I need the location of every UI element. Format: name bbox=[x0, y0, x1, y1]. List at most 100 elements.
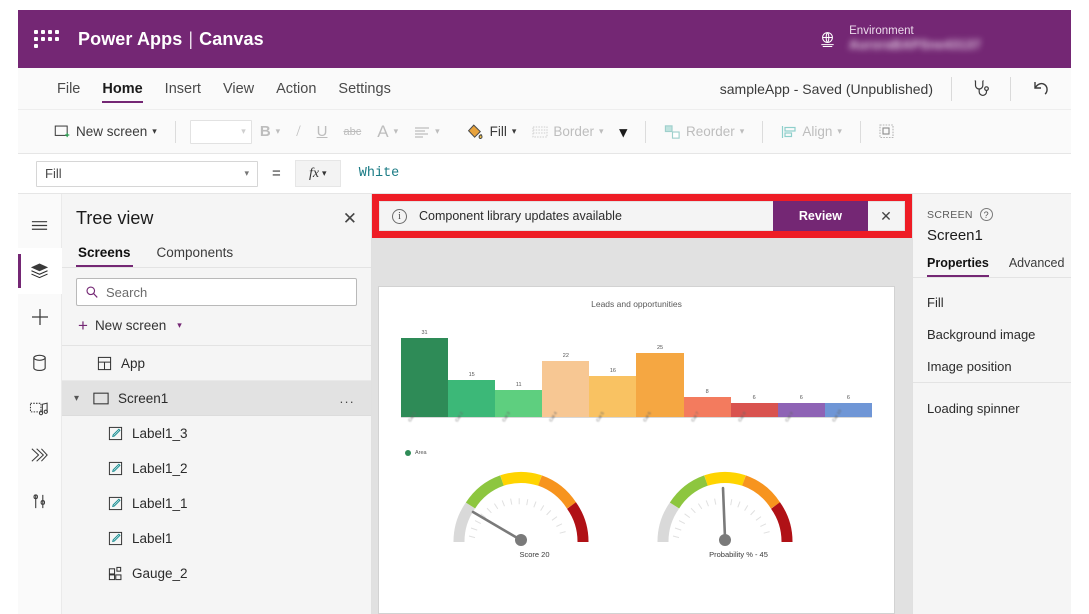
review-button[interactable]: Review bbox=[772, 201, 868, 231]
tree-item-label: App bbox=[121, 355, 146, 371]
tree-item-app[interactable]: App bbox=[62, 346, 371, 381]
legend-label: Area bbox=[415, 450, 427, 456]
fx-button[interactable]: fx ▾ bbox=[294, 160, 341, 187]
chevron-down-icon: ▾ bbox=[241, 126, 246, 136]
gauge-probability[interactable]: Probability % - 45 bbox=[649, 462, 829, 559]
gauge-score[interactable]: Score 20 bbox=[445, 462, 625, 559]
app-launcher-icon[interactable] bbox=[34, 30, 60, 48]
property-select[interactable]: Fill ▾ bbox=[36, 160, 258, 187]
text-align-button[interactable]: ▾ bbox=[406, 117, 448, 147]
tree-item-label1[interactable]: Label1 bbox=[62, 521, 371, 556]
group-button[interactable] bbox=[871, 117, 903, 147]
brand-separator: | bbox=[188, 28, 194, 49]
tab-screens[interactable]: Screens bbox=[76, 242, 133, 267]
tree-item-label1-1[interactable]: Label1_1 bbox=[62, 486, 371, 521]
font-family-select[interactable]: ▾ bbox=[189, 119, 252, 144]
strikethrough-button[interactable]: abc bbox=[335, 117, 369, 147]
tree-item-label: Gauge_2 bbox=[132, 566, 188, 581]
align-left-icon bbox=[781, 125, 797, 139]
label-icon bbox=[108, 496, 123, 511]
tree-item-gauge-2[interactable]: Gauge_2 bbox=[62, 556, 371, 591]
menu-item-view[interactable]: View bbox=[212, 68, 265, 110]
chevron-down-icon: ▾ bbox=[244, 168, 249, 178]
bar-value: 22 bbox=[562, 353, 569, 360]
power-apps-studio: Power Apps | Canvas Environment AuroraBAPS… bbox=[0, 0, 1089, 614]
media-icon[interactable] bbox=[18, 386, 62, 432]
new-screen-button[interactable]: New screen ▾ bbox=[46, 117, 165, 147]
property-row-image-position[interactable]: Image position bbox=[913, 350, 1071, 382]
insert-plus-icon[interactable] bbox=[18, 294, 62, 340]
menu-item-insert[interactable]: Insert bbox=[154, 68, 212, 110]
italic-button[interactable]: / bbox=[288, 117, 308, 147]
gauge-component-icon bbox=[108, 566, 123, 581]
chart-title: Leads and opportunities bbox=[591, 299, 682, 309]
label-icon bbox=[108, 531, 123, 546]
gauge-probability-dial bbox=[656, 472, 793, 546]
left-icon-rail bbox=[17, 194, 62, 614]
tree-item-screen1[interactable]: ▾ Screen1 ... bbox=[62, 381, 371, 416]
data-sources-icon[interactable] bbox=[18, 340, 62, 386]
menu-item-settings[interactable]: Settings bbox=[327, 68, 401, 110]
formula-input[interactable]: White bbox=[359, 166, 400, 181]
tree-view-layers-icon[interactable] bbox=[17, 248, 62, 294]
divider bbox=[174, 120, 176, 143]
properties-rows: Fill Background image Image position bbox=[913, 278, 1071, 383]
chevron-down-icon: ▾ bbox=[619, 123, 628, 141]
property-row-fill[interactable]: Fill bbox=[913, 286, 1071, 318]
environment-name: AuroraBAPSne43137 bbox=[849, 38, 981, 53]
reorder-button[interactable]: Reorder ▾ bbox=[656, 117, 752, 147]
bar-value: 11 bbox=[515, 382, 522, 388]
tree-view-panel: Tree view ✕ Screens Components Search + … bbox=[62, 194, 372, 614]
notification-close-icon[interactable]: ✕ bbox=[868, 208, 904, 225]
tab-components[interactable]: Components bbox=[155, 242, 236, 267]
fill-button[interactable]: Fill ▾ bbox=[458, 117, 525, 147]
font-color-button[interactable]: A ▾ bbox=[369, 117, 406, 147]
menu-item-file[interactable]: File bbox=[46, 68, 91, 110]
tab-properties[interactable]: Properties bbox=[927, 256, 989, 277]
tab-advanced[interactable]: Advanced bbox=[1009, 256, 1065, 277]
menu-item-action[interactable]: Action bbox=[265, 68, 327, 110]
divider bbox=[1010, 76, 1011, 101]
font-color-icon: A bbox=[377, 121, 389, 141]
search-placeholder: Search bbox=[106, 284, 148, 300]
app-checker-stethoscope-icon[interactable] bbox=[970, 78, 992, 100]
tree-item-label1-3[interactable]: Label1_3 bbox=[62, 416, 371, 451]
menu-item-home[interactable]: Home bbox=[91, 68, 153, 110]
canvas-area[interactable]: Leads and opportunities 31 15 11 22 16 2… bbox=[372, 194, 912, 614]
property-row-background-image[interactable]: Background image bbox=[913, 318, 1071, 350]
align-button[interactable]: Align ▾ bbox=[773, 117, 850, 147]
property-row-loading-spinner[interactable]: Loading spinner bbox=[913, 383, 1071, 614]
reorder-label: Reorder bbox=[686, 124, 735, 139]
chevron-down-icon: ▾ bbox=[393, 126, 399, 136]
info-circle-icon: i bbox=[392, 208, 407, 224]
tree-view-tabs: Screens Components bbox=[62, 242, 371, 268]
brand-title[interactable]: Power Apps | Canvas bbox=[78, 29, 264, 50]
tree-item-label: Label1_1 bbox=[132, 496, 188, 511]
undo-arrow-icon[interactable] bbox=[1029, 77, 1053, 101]
underline-button[interactable]: U bbox=[309, 117, 336, 147]
border-button[interactable]: Border ▾ bbox=[524, 117, 611, 147]
label-icon bbox=[108, 426, 123, 441]
app-screen-preview[interactable]: Leads and opportunities 31 15 11 22 16 2… bbox=[378, 286, 895, 614]
gauge-score-caption: Score 20 bbox=[519, 550, 550, 559]
underline-icon: U bbox=[316, 123, 328, 140]
help-question-icon[interactable]: ? bbox=[979, 208, 993, 221]
tree-new-screen-button[interactable]: + New screen ▾ bbox=[62, 312, 371, 346]
toolbar-overflow-button[interactable]: ▾ bbox=[611, 117, 635, 147]
tree-item-overflow-menu[interactable]: ... bbox=[340, 391, 355, 406]
property-select-value: Fill bbox=[45, 166, 62, 181]
chevron-down-icon[interactable]: ▾ bbox=[74, 393, 84, 404]
power-automate-flow-icon[interactable] bbox=[18, 432, 62, 478]
x-axis-labels: Cat 1 Cat 2 Cat 3 Cat 4 Cat 5 Cat 6 Cat … bbox=[401, 409, 872, 448]
search-input[interactable]: Search bbox=[76, 278, 357, 306]
chevron-down-icon: ▾ bbox=[598, 126, 604, 136]
hamburger-menu-icon[interactable] bbox=[18, 202, 62, 248]
bold-button[interactable]: B ▾ bbox=[252, 117, 288, 147]
variables-tools-icon[interactable] bbox=[18, 478, 62, 524]
strikethrough-icon: abc bbox=[343, 125, 362, 138]
screen-icon bbox=[93, 392, 109, 405]
close-icon[interactable]: ✕ bbox=[343, 210, 357, 227]
environment-selector[interactable]: Environment AuroraBAPSne43137 bbox=[818, 24, 981, 54]
environment-globe-icon bbox=[818, 30, 837, 49]
tree-item-label1-2[interactable]: Label1_2 bbox=[62, 451, 371, 486]
